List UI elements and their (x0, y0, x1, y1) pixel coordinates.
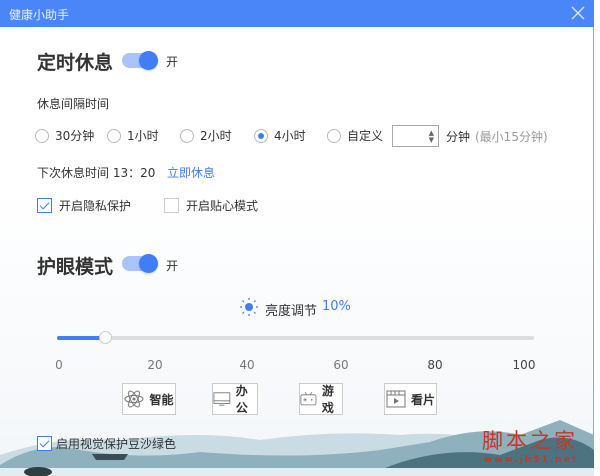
green-protect-checkbox[interactable]: 启用视觉保护豆沙绿色 (37, 435, 176, 452)
mode-smart-button[interactable]: 智能 (122, 383, 176, 415)
monitor-icon (213, 392, 231, 406)
slider-tick-label: 60 (333, 358, 349, 372)
rest-heading: 定时休息 (37, 52, 114, 74)
minutes-unit: 分钟 (446, 130, 471, 144)
watermark-url: www.jb51.net (483, 455, 578, 465)
privacy-checkbox[interactable]: 开启隐私保护 (37, 197, 131, 214)
watermark: 脚本之家 www.jb51.net (482, 425, 578, 465)
window: 健康小助手 定时休息 开 休息间隔时间 30分钟 1小时 2小时 4小时 自定义… (0, 0, 594, 476)
film-icon (386, 390, 406, 408)
watermark-text: 脚本之家 (482, 429, 578, 453)
checkbox-label: 开启贴心模式 (186, 199, 259, 213)
window-title: 健康小助手 (9, 8, 70, 22)
brightness-value: 10% (322, 299, 351, 314)
mode-label: 游戏 (321, 384, 334, 415)
eye-heading: 护眼模式 (37, 256, 114, 278)
slider-tick-label: 100 (512, 358, 536, 372)
slider-tick-label: 80 (427, 358, 443, 372)
custom-minutes-spinner[interactable]: ▲ ▼ (392, 125, 439, 147)
minutes-hint: (最小15分钟) (475, 130, 548, 144)
next-rest-time: 下次休息时间 13：20 (37, 166, 156, 180)
eye-toggle-label: 开 (166, 259, 179, 273)
mode-movie-button[interactable]: 看片 (384, 383, 437, 415)
interval-label: 休息间隔时间 (37, 97, 110, 111)
radio-label: 2小时 (200, 129, 232, 143)
slider-tick-label: 40 (239, 358, 255, 372)
slider-tick-label: 20 (147, 358, 163, 372)
mode-label: 看片 (410, 392, 435, 407)
radio-label: 自定义 (347, 129, 384, 143)
sun-icon (240, 298, 258, 316)
atom-icon (124, 390, 144, 408)
close-icon[interactable] (570, 5, 586, 21)
radio-4h[interactable]: 4小时 (254, 127, 306, 144)
title-bar: 健康小助手 (0, 0, 594, 27)
checkbox-label: 启用视觉保护豆沙绿色 (56, 437, 177, 451)
eye-toggle[interactable] (122, 254, 158, 273)
spin-down-icon[interactable]: ▼ (429, 137, 434, 144)
brightness-slider[interactable] (57, 331, 534, 344)
radio-label: 30分钟 (55, 129, 95, 143)
radio-label: 4小时 (274, 129, 306, 143)
brightness-label: 亮度调节 (265, 304, 318, 319)
mode-office-button[interactable]: 办公 (212, 383, 258, 415)
slider-tick-label: 0 (55, 358, 63, 372)
radio-label: 1小时 (127, 129, 159, 143)
gamepad-icon (300, 392, 317, 406)
mode-label: 办公 (235, 384, 248, 415)
mode-label: 智能 (149, 392, 174, 407)
radio-2h[interactable]: 2小时 (180, 127, 232, 144)
rest-toggle-label: 开 (166, 55, 179, 69)
slider-fill (57, 336, 105, 340)
mode-game-button[interactable]: 游戏 (299, 383, 343, 415)
rest-now-link[interactable]: 立即休息 (167, 164, 215, 181)
radio-30min[interactable]: 30分钟 (35, 127, 94, 144)
checkbox-label: 开启隐私保护 (59, 199, 132, 213)
slider-thumb[interactable] (98, 331, 112, 344)
radio-custom[interactable]: 自定义 (327, 127, 383, 144)
radio-1h[interactable]: 1小时 (107, 127, 159, 144)
care-mode-checkbox[interactable]: 开启贴心模式 (164, 197, 258, 214)
rest-toggle[interactable] (122, 51, 158, 70)
